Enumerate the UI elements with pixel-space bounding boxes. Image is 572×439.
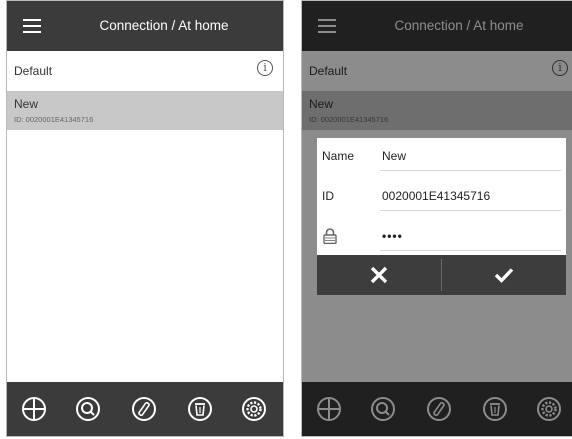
- edit-icon[interactable]: [131, 396, 157, 422]
- check-icon: [494, 268, 514, 283]
- confirm-button[interactable]: [442, 255, 566, 295]
- phone-screen-list: Connection / At home Default i New ID: 0…: [6, 0, 284, 437]
- app-header: Connection / At home: [7, 1, 283, 51]
- input-underline: [380, 210, 561, 211]
- info-icon[interactable]: i: [257, 60, 273, 76]
- password-input[interactable]: ••••: [382, 229, 403, 243]
- list-item-label: Default: [14, 64, 53, 78]
- bottom-toolbar: [7, 382, 283, 436]
- id-field[interactable]: ID 0020001E41345716: [317, 178, 566, 214]
- close-icon: [370, 266, 388, 284]
- name-label: Name: [322, 149, 355, 163]
- settings-icon[interactable]: [241, 396, 267, 422]
- input-underline: [380, 250, 561, 251]
- id-input[interactable]: 0020001E41345716: [382, 189, 490, 203]
- list-item-id: ID: 0020001E41345716: [14, 115, 94, 124]
- id-label: ID: [322, 189, 334, 203]
- list-item-new[interactable]: New ID: 0020001E41345716: [7, 91, 283, 130]
- name-input[interactable]: New: [382, 149, 406, 163]
- add-icon[interactable]: [21, 396, 47, 422]
- edit-connection-dialog: Name New ID 0020001E41345716 ••••: [317, 138, 566, 295]
- lock-icon: [323, 228, 337, 244]
- header-title: Connection / At home: [99, 18, 229, 33]
- name-field[interactable]: Name New: [317, 138, 566, 174]
- password-field[interactable]: ••••: [317, 218, 566, 254]
- list-item-label: New: [14, 97, 39, 111]
- phone-screen-edit-dialog: Connection / At home Default i New ID: 0…: [301, 0, 572, 437]
- dialog-button-bar: [317, 255, 566, 295]
- cancel-button[interactable]: [317, 255, 441, 295]
- connection-list: Default i New ID: 0020001E41345716: [7, 51, 283, 382]
- search-icon[interactable]: [75, 396, 101, 422]
- delete-icon[interactable]: [187, 396, 213, 422]
- list-item-default[interactable]: Default i: [7, 51, 283, 92]
- input-underline: [380, 170, 561, 171]
